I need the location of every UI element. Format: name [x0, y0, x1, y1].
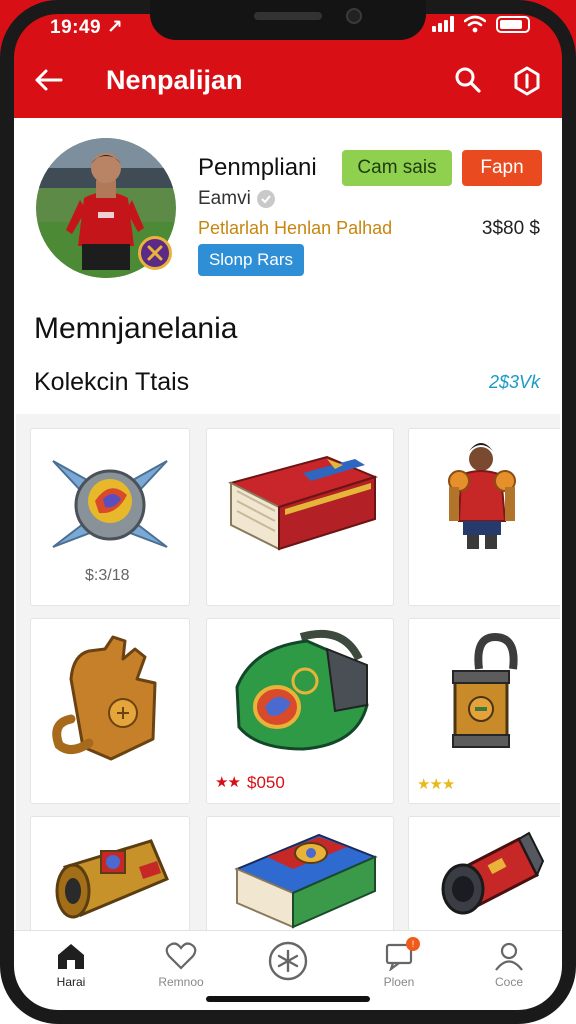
asterisk-icon [268, 941, 308, 981]
nav-label-home: Harai [56, 975, 86, 989]
rating-stars: ★★ [215, 774, 241, 791]
phone-notch [150, 0, 426, 40]
item-card[interactable] [206, 816, 394, 930]
canister-icon [441, 831, 545, 915]
blue-action-button[interactable]: Slonp Rars [198, 244, 304, 276]
bronze-gauntlet-icon [52, 635, 157, 761]
settings-button[interactable] [508, 62, 546, 100]
green-action-button[interactable]: Cam sais [342, 150, 452, 186]
profile-value: 3$80 $ [481, 218, 540, 239]
item-card[interactable] [30, 618, 190, 804]
status-icons [432, 15, 530, 33]
item-card[interactable]: ★★★ [408, 618, 560, 804]
home-indicator [206, 996, 370, 1002]
gold-scroll-icon [55, 839, 169, 919]
nav-item-home[interactable]: Harai [16, 941, 126, 1011]
profile-icon [495, 942, 523, 971]
wifi-icon [464, 15, 486, 33]
profile-name: Penmpliani [198, 154, 317, 181]
player-figure-icon [448, 443, 516, 549]
hexagon-settings-icon [514, 66, 540, 96]
collection-heading: Kolekcin Ttais [34, 368, 190, 396]
collection-grid: $:3/18 ★★ $050 ★★★ [16, 414, 560, 930]
red-book-icon [228, 455, 378, 551]
page-title: Nenpalijan [106, 65, 243, 95]
nav-label-profile: Coce [494, 975, 523, 989]
rating-stars: ★★★ [417, 776, 455, 793]
nav-label-favorites: Remnoo [158, 975, 204, 989]
tome-icon [234, 833, 378, 929]
spiked-orb-icon [52, 460, 168, 548]
item-card[interactable] [408, 428, 560, 606]
home-icon [58, 944, 84, 969]
nav-item-profile[interactable]: Coce [454, 941, 564, 1011]
status-time: 19:49 ↗ [50, 17, 124, 38]
lantern-icon [452, 632, 518, 748]
item-card[interactable] [30, 816, 190, 930]
back-button[interactable] [30, 62, 66, 98]
signal-icon [432, 16, 454, 32]
green-bag-icon [235, 629, 369, 751]
item-card[interactable]: $:3/18 [30, 428, 190, 606]
collection-count: 2$3Vk [488, 372, 540, 392]
avatar-badge-icon [138, 236, 172, 270]
heart-icon [165, 942, 197, 970]
bottom-navigation: Harai Remnoo Ploen ! Coce [0, 930, 576, 1024]
profile-sub-text: Eamvi [198, 188, 251, 209]
notification-badge: ! [406, 937, 420, 951]
search-button[interactable] [450, 62, 486, 98]
item-card[interactable] [206, 428, 394, 606]
verified-icon [256, 190, 275, 208]
item-card[interactable] [408, 816, 560, 930]
arrow-left-icon [35, 69, 63, 91]
profile-subtitle: Eamvi [198, 188, 275, 210]
battery-icon [496, 15, 530, 33]
search-icon [455, 67, 481, 93]
profile-team: Petlarlah Henlan Palhad [198, 218, 393, 238]
item-price: $:3/18 [85, 567, 130, 584]
nav-label-notifications: Ploen [383, 975, 415, 989]
orange-action-button[interactable]: Fapn [462, 150, 542, 186]
item-card[interactable]: ★★ $050 [206, 618, 394, 804]
section-heading: Memnjanelania [34, 312, 238, 345]
item-price: $050 [247, 773, 285, 792]
profile-card: Penmpliani Cam sais Fapn Eamvi Petlarlah… [16, 118, 560, 414]
